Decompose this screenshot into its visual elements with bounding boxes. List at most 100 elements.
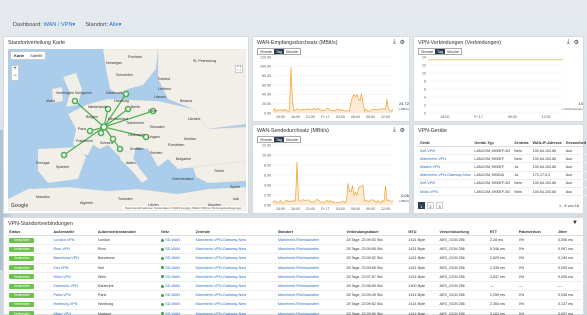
map-label-schweiz: Schweiz <box>100 141 114 145</box>
table-row[interactable]: Verbunden Rom-VPN Rom SD-WAN Mannheim-VPN-Ga… <box>7 244 585 255</box>
column-header[interactable]: Standort <box>275 228 345 236</box>
page-1-button[interactable]: 1 <box>418 202 425 209</box>
link[interactable]: Mannheim-Rheinauhafen <box>278 312 319 315</box>
table-row[interactable]: Verbunden Wien-VPN Wien SD-WAN Mannheim-VPN-… <box>7 272 585 282</box>
column-header[interactable]: Zentrale <box>193 228 276 236</box>
zoom-out-button[interactable]: − <box>12 73 18 80</box>
table-cell: 0,097 ms <box>555 244 585 255</box>
table-cell: — <box>555 281 585 292</box>
link[interactable]: Barcelona-VPN <box>53 256 78 260</box>
column-header[interactable]: Gesundheit <box>563 139 587 147</box>
cell-text: Wien <box>97 274 107 279</box>
column-header[interactable]: Status <box>7 228 52 236</box>
table-row[interactable]: Verbunden Hamburg-VPN Hamburg SD-WAN Mannhei… <box>7 299 585 310</box>
link[interactable]: Mannheim-Rheinauhafen <box>278 275 319 279</box>
europe-map[interactable]: Karte Satellit + − ⛶ Finnland St. Petersb… <box>8 49 246 211</box>
map-label-algerien: Algerien <box>80 201 94 205</box>
map-attribution[interactable]: Tastenkombinationen Kartendaten ©2023 Go… <box>122 206 244 210</box>
column-header[interactable]: RTT <box>487 228 517 236</box>
map-view-button[interactable]: Karte <box>11 52 27 59</box>
table-row[interactable]: Verbunden Paris-VPN Paris SD-WAN Mannheim-VP… <box>7 290 585 301</box>
table-cell: 0% <box>516 309 556 315</box>
link[interactable]: Mannheim-VPN-Gateway-New <box>196 247 246 251</box>
table-row[interactable]: Mannheim-VPN LANCOM 1900EF Nein 100.64.103.… <box>418 154 587 164</box>
link[interactable]: Mannheim-VPN-Gateway-New <box>196 256 246 260</box>
table-cell: 0,006 ms <box>555 235 585 246</box>
column-header[interactable]: Paketverlust <box>516 228 556 236</box>
column-header[interactable]: Netz <box>159 228 194 236</box>
table-row[interactable]: Kiel-VPN LANCOM 1900EF-5G Nein 100.64.103.8… <box>418 179 587 188</box>
zoom-in-button[interactable]: + <box>12 66 18 73</box>
cell-text: 0% <box>518 265 525 270</box>
column-header[interactable]: Geräte-Typ <box>472 139 513 147</box>
link[interactable]: Mannheim-VPN-Gateway-New <box>196 293 246 297</box>
table-cell: 2,829 ms <box>487 253 517 264</box>
link[interactable]: Karlsruhe-VPN <box>53 284 78 288</box>
satellite-view-button[interactable]: Satellit <box>27 52 45 59</box>
link[interactable]: Mannheim-VPN-Gateway-New <box>196 238 246 242</box>
link[interactable]: Mannheim-VPN-Gateway-New <box>196 275 246 279</box>
link[interactable]: Mannheim-VPN-Gateway-New <box>196 312 246 315</box>
table-row[interactable]: Verbunden Barcelona-VPN Barcelona SD-WAN Man… <box>7 253 585 264</box>
cell-text: AES_GCM 256 <box>439 247 465 252</box>
table-cell: 1414 Byte <box>406 309 438 315</box>
link[interactable]: Mannheim-Rheinauhafen <box>278 266 319 270</box>
table-row[interactable]: Verbunden London-VPN London SD-WAN Mannheim-… <box>7 235 585 246</box>
link[interactable]: Mannheim-Rheinauhafen <box>278 284 319 288</box>
table-row[interactable]: Verbunden Karlsruhe-VPN Karlsruhe SD-WAN Man… <box>7 281 585 292</box>
link[interactable]: Mannheim-Rheinauhafen <box>278 293 319 297</box>
link[interactable]: Mannheim-Rheinauhafen <box>278 302 319 306</box>
status-badge: Verbunden <box>9 246 35 252</box>
link[interactable]: Wien-VPN <box>53 275 70 279</box>
link[interactable]: Mannheim-VPN-Gateway-New <box>196 284 246 288</box>
column-header[interactable]: WAN-IP-Adresse <box>530 139 564 147</box>
table-row[interactable]: Kiel-VPN LANCOM 1900EF-5G Nein 100.64.103.8… <box>418 146 587 156</box>
device-link[interactable]: Madrid-VPN <box>418 162 473 172</box>
cell-text: 0,036 ms <box>557 293 574 298</box>
table-cell: Verbunden <box>7 281 52 292</box>
link[interactable]: Paris-VPN <box>53 293 70 297</box>
link[interactable]: Mannheim-VPN-Gateway-New <box>196 302 246 306</box>
device-link[interactable]: Milan-VPN <box>418 187 473 197</box>
column-header[interactable]: Verschlüsselung <box>437 228 488 236</box>
link[interactable]: Hamburg-VPN <box>53 302 77 306</box>
table-row[interactable]: Mannheim-VPN-Gateway-New LANCOM 1906VA Ja 1… <box>418 171 587 180</box>
dashboard-selector[interactable]: Dashboard: WAN / VPN▾ <box>13 22 75 28</box>
map-label-polen: Polen <box>148 109 158 113</box>
column-header[interactable]: MTU <box>406 228 438 236</box>
column-header[interactable]: Außenstellenstandort <box>95 228 160 236</box>
table-cell: Mannheim-Rheinauhafen <box>275 290 345 301</box>
x-tick-label: 09:00 <box>366 207 375 211</box>
page-3-button[interactable]: 3 <box>436 202 443 209</box>
fullscreen-icon[interactable]: ⛶ <box>235 65 243 73</box>
link[interactable]: Mannheim-Rheinauhafen <box>278 256 319 260</box>
device-link[interactable]: Mannheim-VPN <box>418 154 473 164</box>
link[interactable]: London-VPN <box>53 238 74 242</box>
link[interactable]: Mannheim-VPN-Gateway-New <box>196 266 246 270</box>
link[interactable]: Kiel-VPN <box>53 266 68 270</box>
page-2-button[interactable]: 2 <box>427 202 434 209</box>
device-link[interactable]: Kiel-VPN <box>418 179 473 188</box>
filter-icon[interactable]: ▼ <box>572 220 578 226</box>
column-header[interactable]: Verbindungsdauer <box>344 228 407 236</box>
map-label-norwegen: Norwegen <box>106 61 123 65</box>
link[interactable]: Rom-VPN <box>53 247 70 251</box>
link[interactable]: Mannheim-Rheinauhafen <box>278 247 319 251</box>
table-row[interactable]: Verbunden Milan-VPN Mailand SD-WAN Mannheim-… <box>7 309 585 315</box>
column-header[interactable]: Gerät <box>418 139 473 147</box>
series-line <box>272 161 394 204</box>
table-cell: AES_GCM 256 <box>437 244 488 255</box>
y-tick-label: 0.00 <box>264 111 271 115</box>
device-link[interactable]: Kiel-VPN <box>418 146 473 156</box>
column-header[interactable]: Zentrale <box>512 139 531 147</box>
column-header[interactable]: Außenstelle <box>51 228 96 236</box>
table-row[interactable]: Verbunden Kiel-VPN Kiel SD-WAN Mannheim-VPN-… <box>7 263 585 273</box>
x-tick-label: 12:00 <box>381 207 390 211</box>
link[interactable]: Milan-VPN <box>53 312 71 315</box>
location-selector[interactable]: Standort: Alle▾ <box>85 22 121 28</box>
link[interactable]: Mannheim-Rheinauhafen <box>278 238 319 242</box>
table-row[interactable]: Milan-VPN LANCOM 1900EF-5G Nein 100.64.103.… <box>418 187 587 197</box>
table-row[interactable]: Madrid-VPN LANCOM 1900EF Ja 100.64.103.80 Au… <box>418 162 587 172</box>
device-link[interactable]: Mannheim-VPN-Gateway-New <box>418 171 473 180</box>
column-header[interactable]: Jitter <box>555 228 585 236</box>
